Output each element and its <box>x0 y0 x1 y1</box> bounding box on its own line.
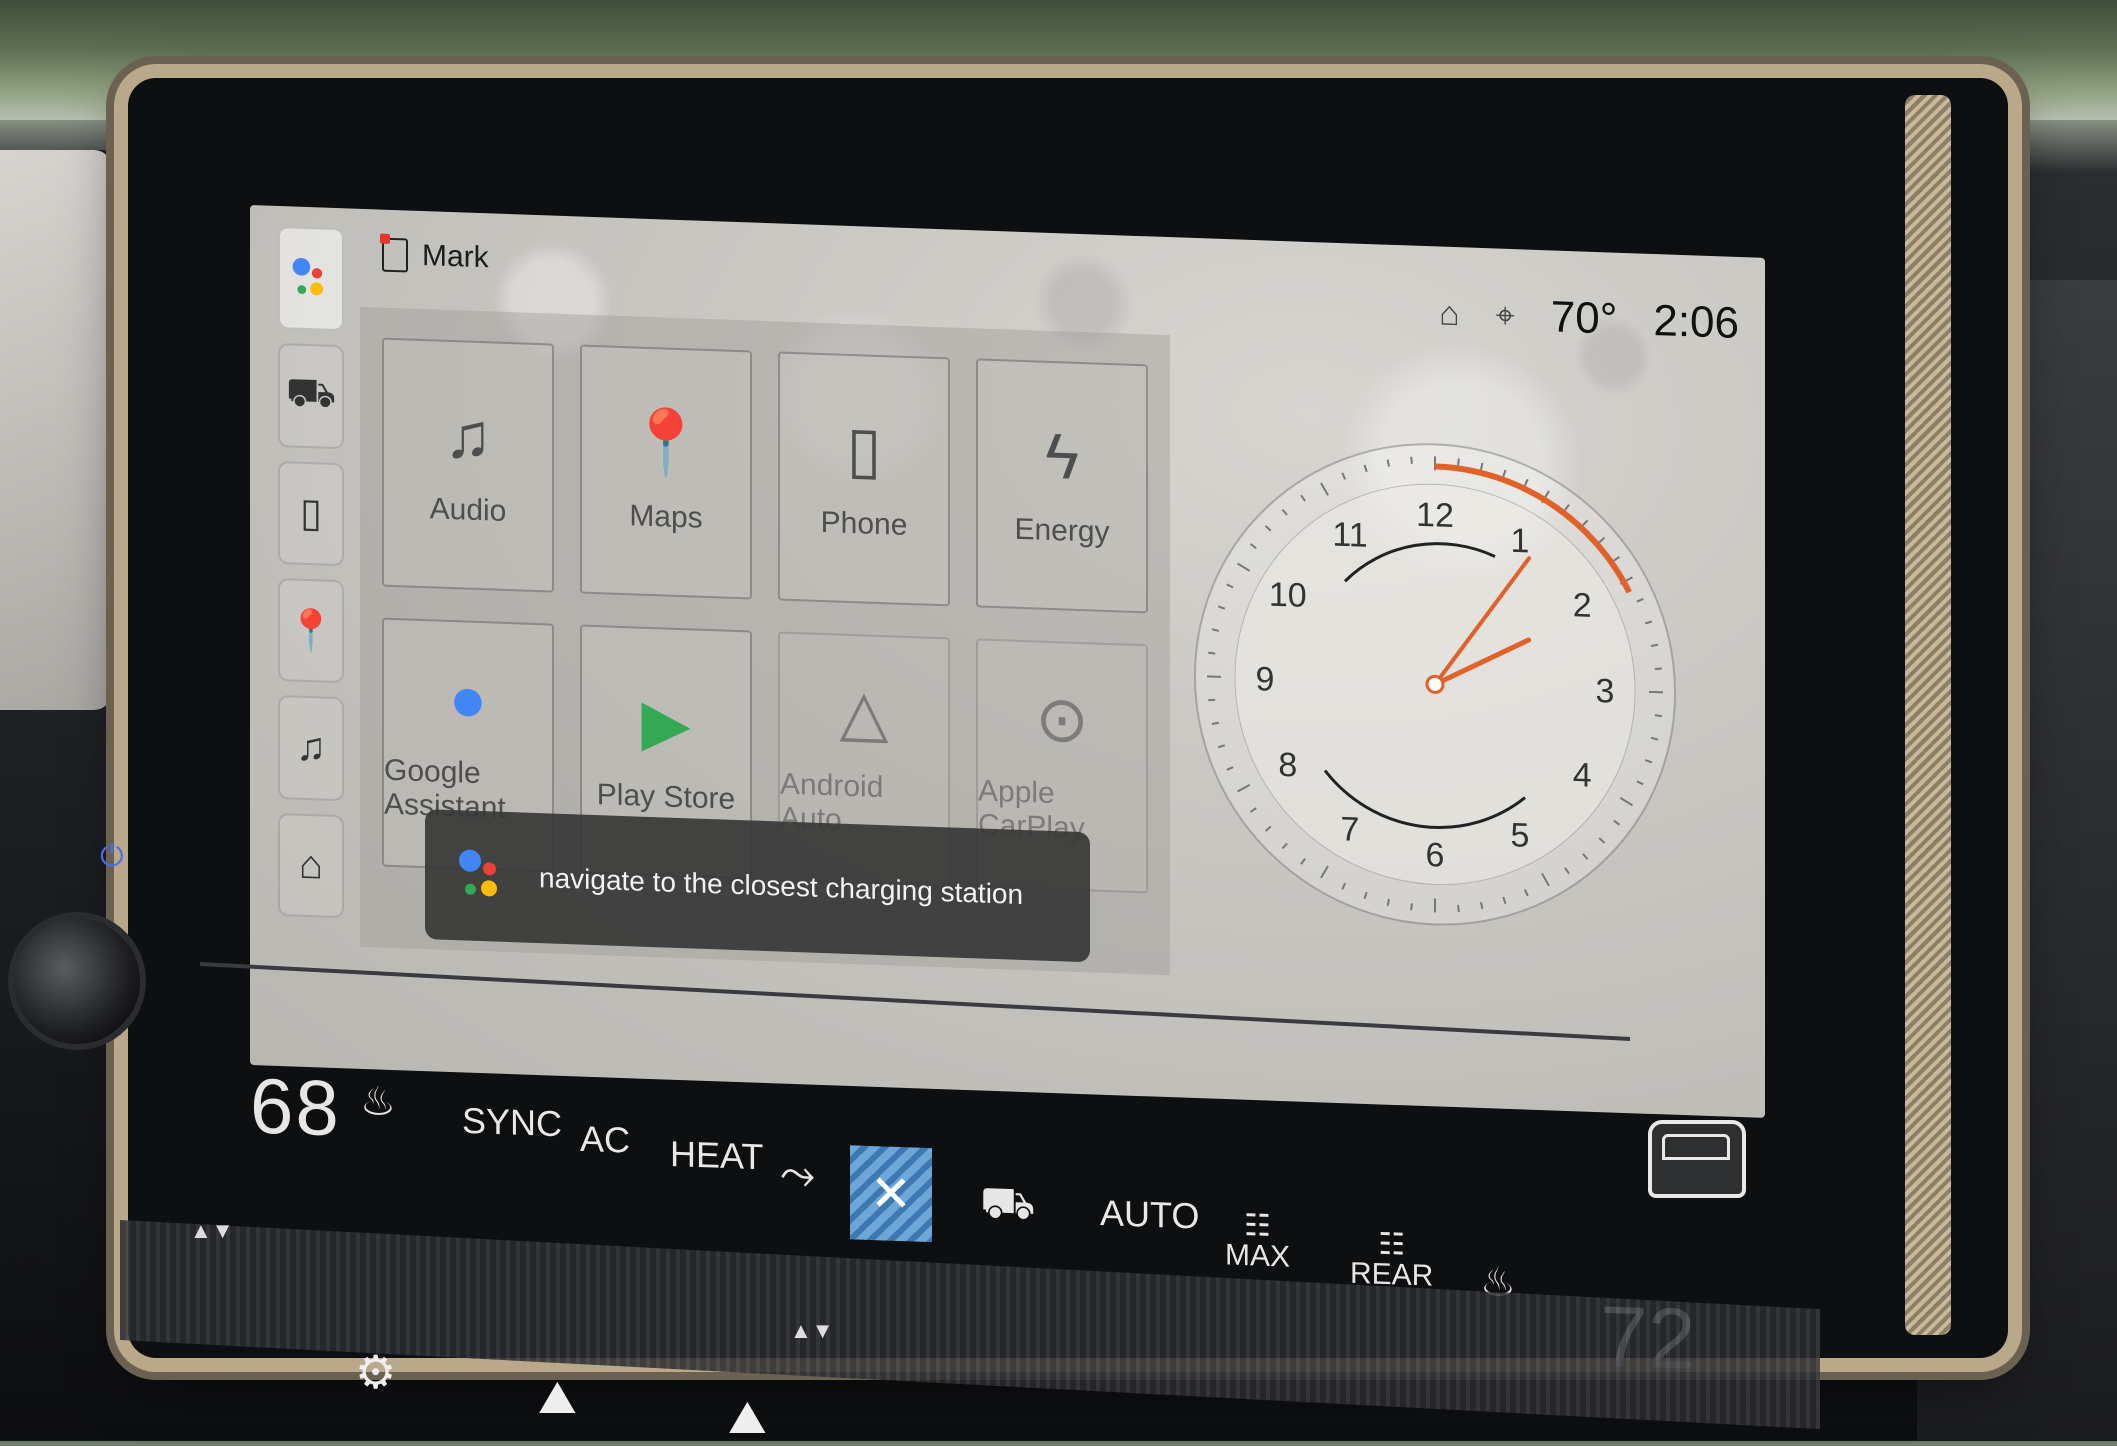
defrost-icon: ☷ <box>1244 1209 1271 1243</box>
rail-item-phone[interactable]: ▯ <box>278 461 344 567</box>
clock-hour-label: 3 <box>1596 672 1615 711</box>
rear-defrost-icon: ☷ <box>1378 1228 1405 1262</box>
clock-tick <box>1208 653 1215 654</box>
airflow-icon[interactable]: ⤳ <box>780 1149 815 1200</box>
music-note-icon: ♫ <box>444 402 492 468</box>
rail-item-vehicle[interactable]: ⛟ <box>278 343 344 449</box>
status-bar: ⌂ ⌖ 70° 2:06 <box>1439 289 1739 349</box>
location-icon: ⌖ <box>1496 296 1515 336</box>
rail-item-audio[interactable]: ♫ <box>278 695 344 801</box>
app-label: Audio <box>430 492 507 529</box>
clock-hour-label: 5 <box>1511 816 1530 855</box>
assistant-icon: ● <box>449 665 488 730</box>
max-defrost-label: MAX <box>1225 1238 1290 1273</box>
home-icon: ⌂ <box>299 843 323 889</box>
bezel-trim-right <box>1905 95 1951 1335</box>
phone-icon: ▯ <box>300 490 322 537</box>
clock-tick <box>1411 903 1412 910</box>
power-icon[interactable]: ⏻ <box>100 840 130 880</box>
clock-center-pin <box>1427 676 1443 693</box>
assistant-query: navigate to the closest charging station <box>539 862 1023 911</box>
volume-knob[interactable] <box>14 918 140 1044</box>
vehicle-icon[interactable] <box>1648 1120 1746 1198</box>
android-auto-icon: △ <box>839 679 888 745</box>
recirculation-icon[interactable]: ⛟ <box>980 1178 1035 1236</box>
assistant-banner: navigate to the closest charging station <box>425 809 1090 962</box>
user-name: Mark <box>422 239 489 275</box>
clock-tick <box>1208 700 1215 701</box>
user-profile[interactable]: Mark <box>382 238 489 276</box>
drive-mode-icon[interactable]: ⚙ <box>355 1345 396 1399</box>
clock-hour-label: 8 <box>1278 746 1297 785</box>
app-tile-audio[interactable]: ♫ Audio <box>382 338 554 593</box>
clock-hour-label: 9 <box>1256 660 1275 699</box>
app-tile-maps[interactable]: 📍 Maps <box>580 345 752 600</box>
map-pin-icon: 📍 <box>626 409 706 476</box>
clock-hour-label: 7 <box>1341 810 1360 849</box>
app-label: Maps <box>629 499 702 536</box>
rail-item-home[interactable]: ⌂ <box>278 813 344 919</box>
vent-adjust-icon-2[interactable]: ▲▼ <box>790 1318 834 1344</box>
carplay-icon: ⊙ <box>1035 686 1089 752</box>
profile-icon <box>382 238 408 273</box>
outside-temperature: 70° <box>1551 292 1618 344</box>
app-tile-energy[interactable]: ϟ Energy <box>976 358 1148 613</box>
truck-icon: ⛟ <box>286 370 336 422</box>
phone-icon: ▯ <box>846 416 881 481</box>
clock-tick <box>1458 905 1459 912</box>
clock-tick <box>1651 645 1658 647</box>
connectivity-icon: ⌂ <box>1439 294 1460 334</box>
clock-tick <box>1212 723 1219 725</box>
vent-adjust-icon[interactable]: ▲▼ <box>190 1218 234 1244</box>
clock-hour-label: 4 <box>1573 756 1592 795</box>
clock-tick <box>1655 715 1662 716</box>
clock-tick <box>1655 668 1662 669</box>
app-label: Energy <box>1014 512 1109 549</box>
ac-button[interactable]: AC <box>580 1118 630 1162</box>
clock-tick <box>1388 899 1389 906</box>
app-tile-phone[interactable]: ▯ Phone <box>778 351 950 606</box>
assistant-icon <box>459 849 505 903</box>
app-rail: ⛟ ▯ 📍 ♫ ⌂ <box>278 226 348 918</box>
app-label: Phone <box>821 505 908 542</box>
clock-hour-label: 10 <box>1269 576 1307 615</box>
fan-off-button[interactable]: ✕ <box>850 1145 932 1242</box>
clock-hour-label: 1 <box>1511 522 1530 561</box>
clock-tick <box>1411 457 1412 464</box>
play-store-icon: ▶ <box>641 689 690 755</box>
seat-heat-left-icon[interactable]: ♨ <box>360 1078 396 1125</box>
left-temp[interactable]: 68 <box>250 1060 341 1154</box>
map-pin-icon: 📍 <box>286 606 336 655</box>
clock-hour-label: 11 <box>1332 516 1367 555</box>
driver-display-edge <box>0 150 120 710</box>
app-label: Play Store <box>597 778 735 817</box>
sync-button[interactable]: SYNC <box>462 1100 562 1145</box>
terrain-icon[interactable]: ⛰ <box>538 1370 577 1426</box>
lightning-icon: ϟ <box>1045 423 1079 488</box>
hill-descent-icon[interactable]: ⛰ <box>728 1390 767 1446</box>
assistant-icon <box>293 257 330 300</box>
clock-tick <box>1458 458 1459 465</box>
clock-time: 2:06 <box>1653 296 1739 349</box>
music-note-icon: ♫ <box>296 725 326 771</box>
heat-button[interactable]: HEAT <box>670 1133 763 1178</box>
analog-clock: 121234567891011 <box>1185 336 1745 996</box>
rear-defrost-button[interactable]: ☷ REAR <box>1350 1229 1433 1292</box>
clock-hour-label: 2 <box>1573 586 1592 625</box>
clock-widget[interactable]: 121234567891011 <box>1185 336 1745 996</box>
auto-button[interactable]: AUTO <box>1100 1192 1199 1237</box>
clock-hour-label: 12 <box>1416 496 1454 535</box>
max-defrost-button[interactable]: ☷ MAX <box>1225 1210 1290 1272</box>
rail-item-maps[interactable]: 📍 <box>278 578 344 684</box>
infotainment-screen: ⛟ ▯ 📍 ♫ ⌂ Mark ⌂ ⌖ 70° 2:06 ♫ Audio 📍 Ma… <box>250 205 1765 1118</box>
fan-off-icon: ✕ <box>870 1164 912 1223</box>
clock-tick <box>1481 463 1482 470</box>
clock-hour-label: 6 <box>1426 836 1445 875</box>
rail-item-google-assistant[interactable] <box>278 226 344 332</box>
